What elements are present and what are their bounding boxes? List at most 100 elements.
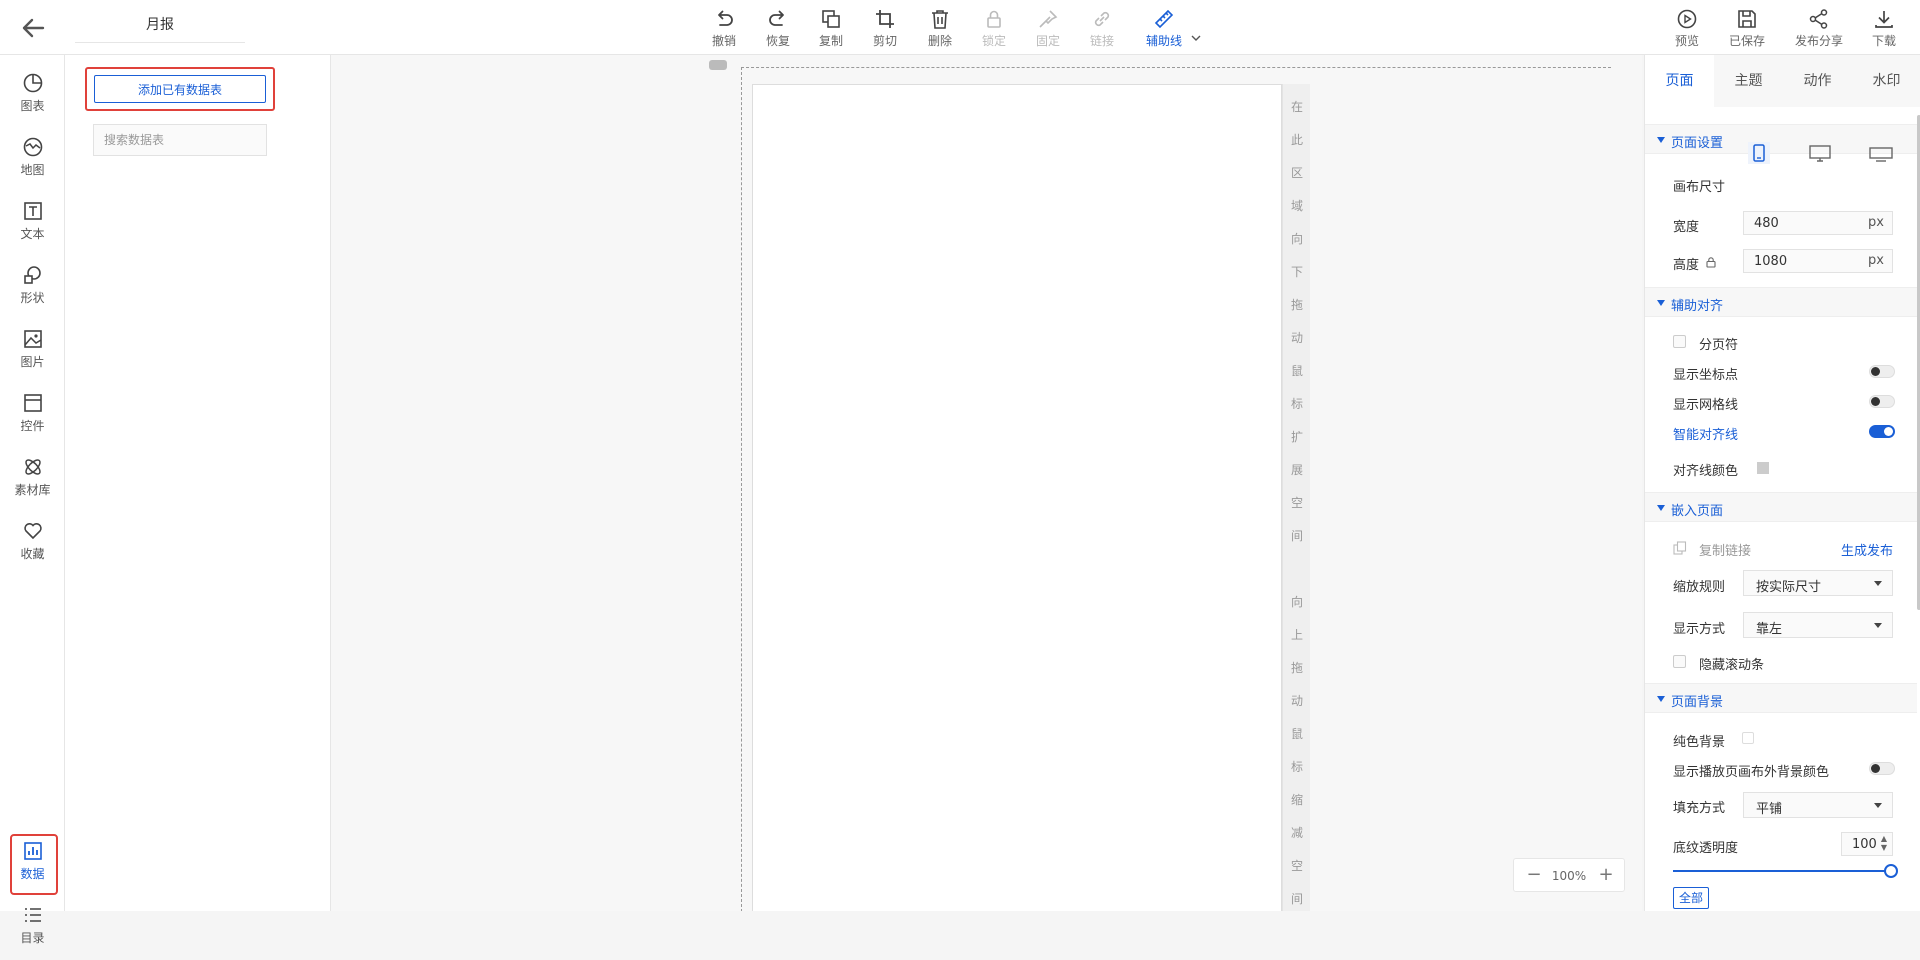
nav-item-catalog[interactable]: 目录 — [0, 904, 65, 960]
share-button[interactable]: 发布分享 — [1790, 6, 1848, 50]
lock-button[interactable]: 锁定 — [972, 6, 1016, 50]
extend-hint-char: 动 — [1290, 331, 1303, 345]
extend-hint-char: 拖 — [1290, 298, 1303, 312]
guides-button[interactable]: 辅助线 — [1139, 6, 1189, 50]
undo-button[interactable]: 撤销 — [702, 6, 746, 50]
nav-item-favorites[interactable]: 收藏 — [0, 520, 65, 576]
pin-icon — [1039, 10, 1058, 28]
crop-icon — [876, 10, 894, 28]
mobile-device-icon[interactable] — [1747, 141, 1771, 165]
height-unit: px — [1868, 253, 1884, 268]
save-button[interactable]: 已保存 — [1725, 6, 1769, 50]
preview-button[interactable]: 预览 — [1665, 6, 1709, 50]
nav-item-shape[interactable]: 形状 — [0, 264, 65, 320]
back-arrow-icon[interactable] — [18, 13, 48, 43]
show-outer-bg-toggle[interactable] — [1869, 762, 1895, 775]
nav-item-widget[interactable]: 控件 — [0, 392, 65, 448]
nav-item-map[interactable]: 地图 — [0, 136, 65, 192]
nav-item-material[interactable]: 素材库 — [0, 456, 65, 512]
extend-hint-char: 扩 — [1290, 430, 1303, 444]
document-title[interactable]: 月报 — [75, 14, 245, 34]
lock-icon — [987, 10, 1001, 28]
display-mode-label: 显示方式 — [1673, 622, 1726, 637]
add-table-highlight: 添加已有数据表 — [85, 67, 275, 111]
share-icon — [1809, 9, 1828, 29]
tab-action[interactable]: 动作 — [1783, 55, 1852, 107]
scale-rule-select[interactable]: 按实际尺寸 — [1743, 570, 1893, 596]
nav-label: 地图 — [20, 163, 45, 177]
collapse-triangle-icon — [1657, 300, 1665, 306]
zoom-out-button[interactable]: − — [1524, 864, 1544, 886]
ruler-handle[interactable] — [709, 60, 727, 70]
nav-label: 目录 — [20, 931, 45, 945]
copy-link-label[interactable]: 复制链接 — [1699, 540, 1751, 559]
cut-button[interactable]: 剪切 — [863, 6, 907, 50]
nav-item-data[interactable]: 数据 — [0, 840, 65, 896]
add-existing-table-button[interactable]: 添加已有数据表 — [94, 75, 266, 103]
height-input[interactable]: 1080 px — [1743, 249, 1893, 273]
tab-page[interactable]: 页面 — [1645, 55, 1714, 107]
undo-label: 撤销 — [711, 34, 736, 48]
nav-label: 数据 — [20, 867, 45, 881]
smart-guides-toggle[interactable] — [1869, 425, 1895, 438]
tab-watermark[interactable]: 水印 — [1852, 55, 1920, 107]
opacity-slider-thumb[interactable] — [1884, 864, 1898, 878]
zoom-in-button[interactable]: + — [1596, 864, 1616, 886]
delete-button[interactable]: 删除 — [918, 6, 962, 50]
extend-space-strip[interactable]: 在此区域向下拖动鼠标扩展空间向上拖动鼠标缩减空间 — [1282, 84, 1310, 911]
height-value: 1080 — [1754, 254, 1788, 269]
nav-item-chart[interactable]: 图表 — [0, 72, 65, 128]
smart-guides-label: 智能对齐线 — [1673, 428, 1739, 443]
guides-dropdown-chevron-icon[interactable] — [1191, 34, 1201, 42]
widescreen-device-icon[interactable] — [1869, 141, 1893, 165]
display-mode-select[interactable]: 靠左 — [1743, 612, 1893, 638]
play-icon — [1677, 9, 1697, 29]
link-button[interactable]: 链接 — [1080, 6, 1124, 50]
show-grid-toggle[interactable] — [1869, 395, 1895, 408]
tab-theme[interactable]: 主题 — [1714, 55, 1783, 107]
download-button[interactable]: 下载 — [1862, 6, 1906, 50]
pin-button[interactable]: 固定 — [1026, 6, 1070, 50]
section-background[interactable]: 页面背景 — [1645, 683, 1917, 713]
download-label: 下载 — [1871, 34, 1896, 48]
canvas-area[interactable]: 在此区域向下拖动鼠标扩展空间向上拖动鼠标缩减空间 − 100% + — [331, 55, 1642, 911]
opacity-input[interactable]: 100 ▲ ▼ — [1841, 832, 1893, 856]
desktop-device-icon[interactable] — [1808, 141, 1832, 165]
nav-item-image[interactable]: 图片 — [0, 328, 65, 384]
width-label: 宽度 — [1673, 220, 1700, 235]
show-outer-bg-label: 显示播放页画布外背景颜色 — [1673, 765, 1830, 780]
nav-label: 图表 — [20, 99, 45, 113]
generate-publish-link[interactable]: 生成发布 — [1841, 540, 1893, 559]
data-panel: 添加已有数据表 — [65, 55, 331, 911]
page-break-checkbox[interactable] — [1673, 335, 1686, 348]
title-underline — [75, 42, 245, 43]
solid-background-checkbox[interactable] — [1742, 732, 1754, 744]
canvas-page[interactable] — [752, 84, 1282, 911]
display-mode-value: 靠左 — [1756, 622, 1783, 637]
pin-label: 固定 — [1035, 34, 1060, 48]
guide-color-swatch[interactable] — [1757, 462, 1769, 474]
copy-button[interactable]: 复制 — [809, 6, 853, 50]
redo-button[interactable]: 恢复 — [756, 6, 800, 50]
width-input[interactable]: 480 px — [1743, 211, 1893, 235]
nav-item-text[interactable]: 文本 — [0, 200, 65, 256]
share-label: 发布分享 — [1794, 34, 1843, 48]
extend-hint-char: 向 — [1290, 232, 1303, 246]
toggle-knob — [1871, 367, 1880, 376]
fill-mode-select[interactable]: 平铺 — [1743, 792, 1893, 818]
properties-tabs: 页面 主题 动作 水印 — [1645, 55, 1920, 107]
section-embed[interactable]: 嵌入页面 — [1645, 492, 1917, 522]
spinner-arrows-icon[interactable]: ▲ ▼ — [1881, 834, 1887, 852]
search-table-input[interactable] — [93, 124, 267, 156]
hide-scrollbar-checkbox[interactable] — [1673, 655, 1686, 668]
section-align[interactable]: 辅助对齐 — [1645, 287, 1917, 317]
opacity-slider-track[interactable] — [1673, 870, 1891, 872]
lock-ratio-icon[interactable] — [1705, 256, 1717, 268]
show-coords-toggle[interactable] — [1869, 365, 1895, 378]
extend-hint-char: 域 — [1290, 199, 1303, 213]
image-icon — [23, 330, 42, 348]
section-title: 嵌入页面 — [1671, 504, 1724, 519]
collapse-triangle-icon — [1657, 696, 1665, 702]
apply-all-button[interactable]: 全部 — [1673, 887, 1709, 909]
left-nav: 图表 地图 文本 形状 图片 控件 素材库 收藏 数据 目录 — [0, 55, 65, 945]
